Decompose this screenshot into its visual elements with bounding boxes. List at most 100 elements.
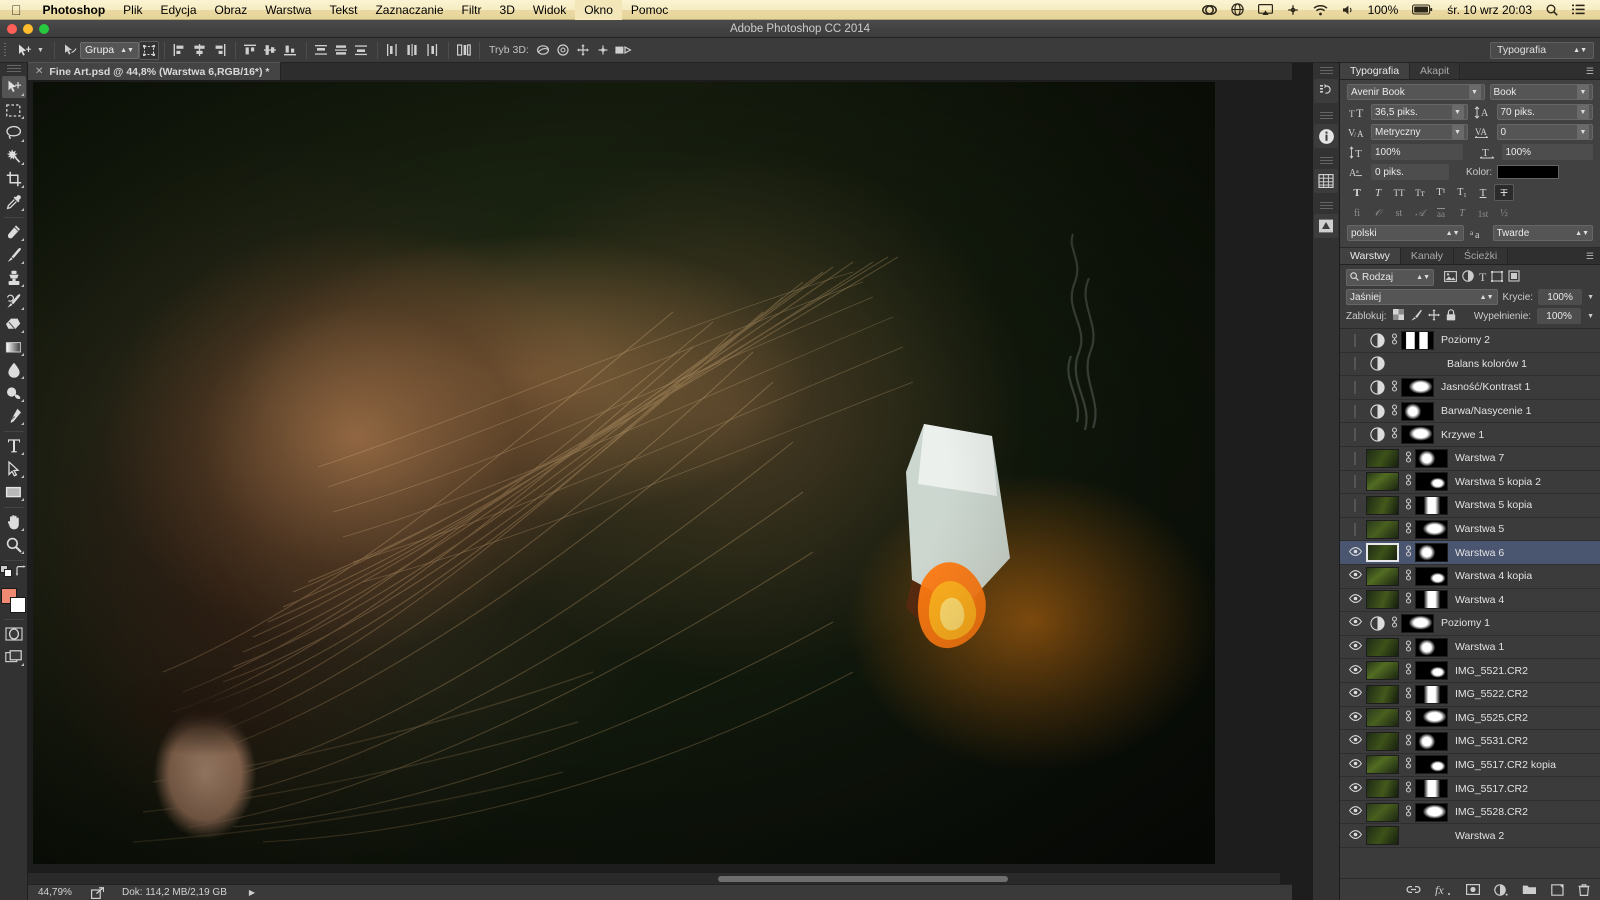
layer-name[interactable]: Barwa/Nasycenie 1	[1441, 405, 1531, 417]
lasso-tool[interactable]	[2, 122, 26, 144]
opacity-field[interactable]: 100%	[1538, 289, 1583, 305]
layer-mask-thumbnail[interactable]	[1401, 613, 1434, 633]
volume-icon[interactable]	[1335, 4, 1361, 16]
maximize-window-button[interactable]	[39, 24, 49, 34]
share-icon[interactable]	[84, 886, 110, 899]
distribute-bottom-edges-icon[interactable]	[352, 41, 372, 60]
language-dropdown[interactable]: polski ▲▼	[1347, 225, 1464, 241]
apple-menu-icon[interactable]: 	[11, 3, 22, 17]
layer-row[interactable]: IMG_5528.CR2	[1340, 800, 1600, 825]
canvas-horizontal-scrollbar[interactable]	[28, 872, 1280, 884]
align-horizontal-centers-icon[interactable]	[190, 41, 210, 60]
align-right-edges-icon[interactable]	[210, 41, 230, 60]
layer-name[interactable]: IMG_5522.CR2	[1455, 688, 1528, 700]
layer-row[interactable]: Jasność/Kontrast 1	[1340, 376, 1600, 400]
layer-name[interactable]: Poziomy 2	[1441, 334, 1490, 346]
layer-name[interactable]: IMG_5517.CR2	[1455, 783, 1528, 795]
eraser-tool[interactable]	[2, 313, 26, 335]
layer-row[interactable]: Warstwa 5	[1340, 517, 1600, 542]
layer-visibility-eye-icon[interactable]	[1344, 641, 1366, 653]
layer-name[interactable]: IMG_5531.CR2	[1455, 735, 1528, 747]
tab-kanaly[interactable]: Kanały	[1400, 248, 1454, 264]
lock-position-icon[interactable]	[1427, 308, 1440, 324]
tab-akapit[interactable]: Akapit	[1410, 63, 1461, 79]
move-tool[interactable]	[1, 76, 26, 98]
zoom-tool[interactable]	[2, 534, 26, 556]
layer-row[interactable]: Warstwa 4	[1340, 588, 1600, 613]
filter-smart-objects-icon[interactable]	[1508, 270, 1520, 285]
layer-name[interactable]: Warstwa 5 kopia	[1455, 499, 1532, 511]
mask-link-icon[interactable]	[1402, 451, 1415, 466]
layer-name[interactable]: Jasność/Kontrast 1	[1441, 381, 1530, 393]
layer-row[interactable]: Poziomy 1	[1340, 612, 1600, 636]
menu-zaznaczanie[interactable]: Zaznaczanie	[366, 0, 452, 20]
tools-panel-grip[interactable]	[6, 65, 21, 73]
layer-mask-thumbnail[interactable]	[1415, 661, 1448, 681]
menu-okno[interactable]: Okno	[575, 0, 622, 20]
canvas-area[interactable]	[28, 81, 1292, 866]
mask-link-icon[interactable]	[1402, 545, 1415, 560]
layer-mask-thumbnail[interactable]	[1401, 330, 1434, 350]
adjustment-layer-icon[interactable]	[1366, 403, 1388, 419]
swap-colors-icon[interactable]	[15, 564, 27, 582]
oldstyle-icon[interactable]: aa	[1431, 205, 1451, 222]
document-image[interactable]	[33, 82, 1215, 864]
layer-mask-thumbnail[interactable]	[1415, 472, 1448, 492]
blur-tool[interactable]	[2, 359, 26, 381]
layer-row[interactable]: IMG_5522.CR2	[1340, 682, 1600, 707]
align-bottom-edges-icon[interactable]	[281, 41, 301, 60]
layer-thumbnail[interactable]	[1366, 755, 1399, 775]
filter-adjustment-layers-icon[interactable]	[1462, 270, 1474, 285]
vertical-scale-field[interactable]: 100%	[1371, 144, 1463, 160]
mask-link-icon[interactable]	[1388, 427, 1401, 442]
kerning-field[interactable]: Metryczny ▼	[1371, 124, 1468, 140]
airplay-icon[interactable]	[1251, 3, 1280, 16]
layer-row[interactable]: Barwa/Nasycenie 1	[1340, 399, 1600, 424]
layer-mask-thumbnail[interactable]	[1415, 779, 1448, 799]
layer-name[interactable]: Warstwa 5 kopia 2	[1455, 476, 1541, 488]
layer-thumbnail[interactable]	[1366, 731, 1399, 751]
hand-tool[interactable]	[2, 511, 26, 533]
panel-menu-icon[interactable]: ☰	[1580, 63, 1600, 79]
layer-visibility-off-icon[interactable]	[1344, 357, 1366, 371]
mask-link-icon[interactable]	[1402, 498, 1415, 513]
layer-thumbnail[interactable]	[1366, 802, 1399, 822]
new-group-icon[interactable]	[1522, 884, 1537, 895]
underline-icon[interactable]: T	[1473, 184, 1493, 201]
layer-mask-thumbnail[interactable]	[1415, 566, 1448, 586]
layer-thumbnail[interactable]	[1366, 826, 1399, 846]
tracking-field[interactable]: 0 ▼	[1496, 124, 1593, 140]
mask-link-icon[interactable]	[1402, 805, 1415, 820]
tab-warstwy[interactable]: Warstwy	[1340, 248, 1401, 264]
layer-visibility-off-icon[interactable]	[1344, 451, 1366, 465]
mask-link-icon[interactable]	[1388, 333, 1401, 348]
layer-name[interactable]: IMG_5517.CR2 kopia	[1455, 759, 1556, 771]
menu-3d[interactable]: 3D	[491, 0, 524, 20]
panel-menu-icon[interactable]: ☰	[1580, 248, 1600, 264]
menu-edycja[interactable]: Edycja	[152, 0, 206, 20]
filter-type-layers-icon[interactable]: T	[1479, 270, 1486, 285]
layer-visibility-eye-icon[interactable]	[1344, 759, 1366, 771]
text-color-swatch[interactable]	[1497, 165, 1560, 179]
layer-thumbnail[interactable]	[1366, 519, 1399, 539]
layer-visibility-eye-icon[interactable]	[1344, 782, 1366, 795]
mask-link-icon[interactable]	[1402, 569, 1415, 584]
mask-link-icon[interactable]	[1402, 521, 1415, 537]
layer-name[interactable]: Warstwa 6	[1455, 547, 1504, 559]
layer-row[interactable]: Warstwa 4 kopia	[1340, 564, 1600, 589]
mask-link-icon[interactable]	[1402, 781, 1415, 796]
layer-name[interactable]: Warstwa 1	[1455, 641, 1504, 653]
distribute-right-edges-icon[interactable]	[423, 41, 443, 60]
info-panel-icon[interactable]	[1314, 124, 1338, 148]
layer-visibility-eye-icon[interactable]	[1344, 711, 1366, 724]
layer-visibility-eye-icon[interactable]	[1344, 546, 1366, 559]
layer-name[interactable]: Warstwa 5	[1455, 523, 1504, 535]
layer-mask-thumbnail[interactable]	[1401, 425, 1434, 445]
layer-mask-thumbnail[interactable]	[1415, 731, 1448, 751]
layer-name[interactable]: Krzywe 1	[1441, 429, 1484, 441]
layer-row[interactable]: Warstwa 5 kopia 2	[1340, 470, 1600, 495]
layer-mask-thumbnail[interactable]	[1415, 684, 1448, 704]
dock-grip[interactable]	[1319, 157, 1333, 164]
layer-visibility-eye-icon[interactable]	[1344, 829, 1366, 842]
fill-field[interactable]: 100%	[1537, 308, 1582, 324]
